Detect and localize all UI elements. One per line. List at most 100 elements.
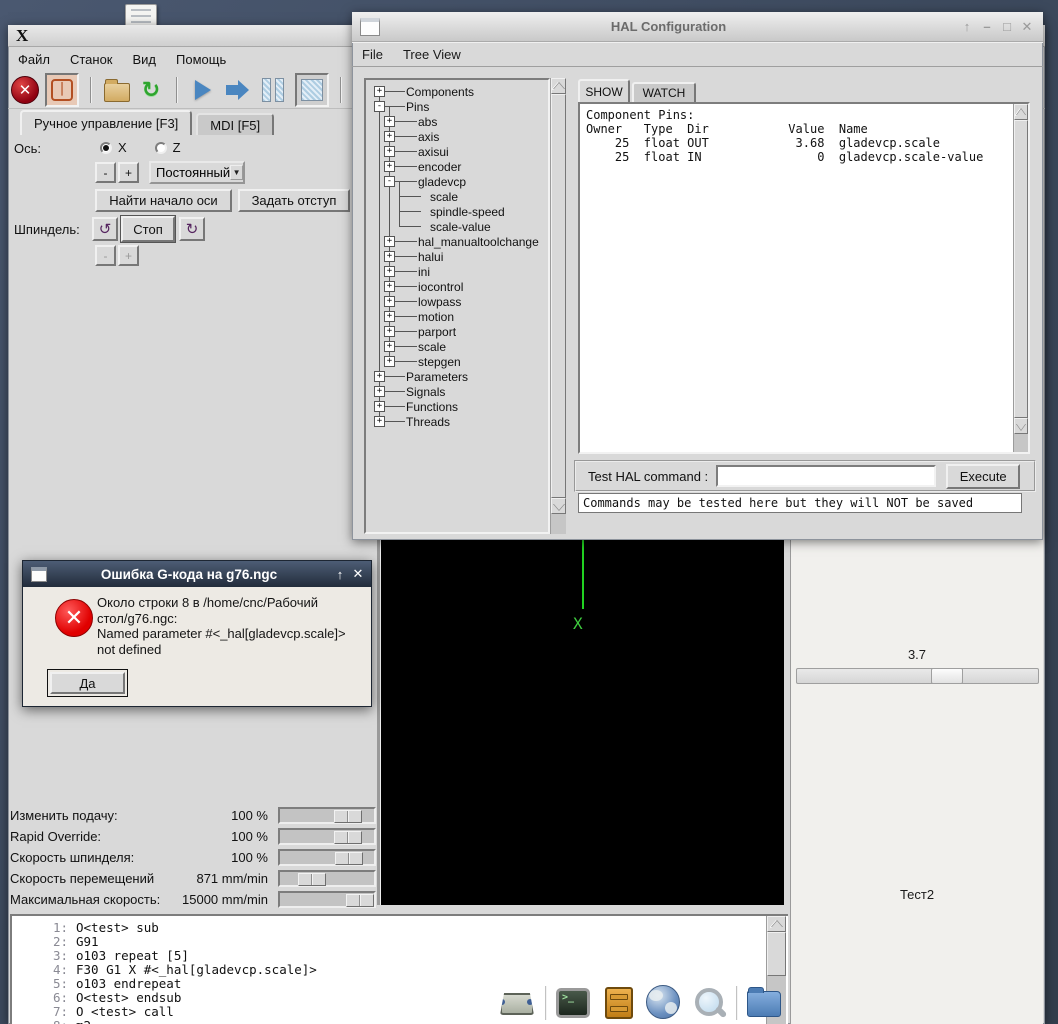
reload-button[interactable]: ↻ <box>137 76 165 104</box>
tree-item-label[interactable]: Functions <box>406 400 458 414</box>
tree-item-label[interactable]: scale <box>430 190 458 204</box>
tree-item-scale[interactable]: + scale <box>366 339 548 354</box>
shade-button[interactable]: ↑ <box>957 19 977 34</box>
dock-file-cabinet-icon[interactable] <box>601 985 637 1021</box>
tree-expander-icon[interactable]: + <box>384 356 395 367</box>
tree-expander-icon[interactable]: + <box>384 116 395 127</box>
scroll-up-icon[interactable] <box>551 78 566 94</box>
tree-expander-icon[interactable]: + <box>374 371 385 382</box>
tree-expander-icon[interactable]: + <box>374 416 385 427</box>
spindle-cw-button[interactable]: ↻ <box>179 217 205 241</box>
tree-expander-icon[interactable]: + <box>374 86 385 97</box>
tree-item-label[interactable]: abs <box>418 115 437 129</box>
close-button[interactable]: ✕ <box>1017 19 1037 35</box>
scroll-down-icon[interactable] <box>1014 418 1028 434</box>
tree-item-label[interactable]: lowpass <box>418 295 461 309</box>
tree-item-Parameters[interactable]: + Parameters <box>366 369 548 384</box>
tab-show[interactable]: SHOW <box>578 79 630 102</box>
tree-expander-icon[interactable]: + <box>374 401 385 412</box>
tree-item-Signals[interactable]: + Signals <box>366 384 548 399</box>
dock-folder-icon[interactable] <box>747 985 783 1021</box>
home-axis-button[interactable]: Найти начало оси <box>95 189 232 212</box>
gcode-scrollbar-thumb[interactable] <box>767 932 786 976</box>
tree-item-scale-value[interactable]: scale-value <box>366 219 548 234</box>
axis-menu-item-1[interactable]: Станок <box>60 49 123 70</box>
slider-thumb[interactable] <box>334 810 362 823</box>
tree-expander-icon[interactable]: + <box>384 236 395 247</box>
tree-expander-icon[interactable]: + <box>384 131 395 142</box>
tree-item-Pins[interactable]: - Pins <box>366 99 548 114</box>
jog-mode-select[interactable]: Постоянный ▼ <box>149 161 245 184</box>
scale-slider[interactable] <box>796 668 1039 684</box>
tree-scrollbar-thumb[interactable] <box>551 94 566 498</box>
tree-item-abs[interactable]: + abs <box>366 114 548 129</box>
stop-button[interactable] <box>295 72 329 107</box>
tree-item-label[interactable]: Parameters <box>406 370 468 384</box>
tree-expander-icon[interactable]: + <box>384 296 395 307</box>
tree-expander-icon[interactable]: - <box>374 101 385 112</box>
tree-item-label[interactable]: Components <box>406 85 474 99</box>
tree-item-label[interactable]: ini <box>418 265 430 279</box>
tree-expander-icon[interactable]: - <box>384 176 395 187</box>
close-button[interactable]: ✕ <box>349 566 367 582</box>
dock-terminal-icon[interactable]: >_ <box>556 985 592 1021</box>
slider-thumb[interactable] <box>298 873 326 886</box>
tree-item-label[interactable]: axisui <box>418 145 449 159</box>
tree-item-label[interactable]: axis <box>418 130 439 144</box>
tree-item-Threads[interactable]: + Threads <box>366 414 548 429</box>
slider-thumb[interactable] <box>335 852 363 865</box>
show-scrollbar[interactable] <box>1013 104 1028 452</box>
slider-track[interactable] <box>278 870 376 887</box>
tree-item-label[interactable]: Pins <box>406 100 429 114</box>
step-button[interactable] <box>223 76 251 104</box>
slider-track[interactable] <box>278 891 376 908</box>
axis-menu-item-0[interactable]: Файл <box>8 49 60 70</box>
tree-item-label[interactable]: encoder <box>418 160 461 174</box>
tree-item-axis[interactable]: + axis <box>366 129 548 144</box>
tree-item-label[interactable]: Threads <box>406 415 450 429</box>
slider-track[interactable] <box>278 807 376 824</box>
scale-slider-thumb[interactable] <box>931 668 963 684</box>
tree-item-label[interactable]: parport <box>418 325 456 339</box>
tree-item-halui[interactable]: + halui <box>366 249 548 264</box>
slider-thumb[interactable] <box>346 894 374 907</box>
show-scrollbar-thumb[interactable] <box>1014 120 1028 418</box>
tree-expander-icon[interactable]: + <box>384 326 395 337</box>
tree-expander-icon[interactable]: + <box>384 146 395 157</box>
maximize-button[interactable]: □ <box>997 19 1017 34</box>
touch-off-button[interactable]: Задать отступ <box>238 189 350 212</box>
tree-expander-icon[interactable]: + <box>384 266 395 277</box>
spindle-slower-button[interactable]: - <box>95 245 116 266</box>
tree-item-motion[interactable]: + motion <box>366 309 548 324</box>
slider-track[interactable] <box>278 828 376 845</box>
axis-menu-item-3[interactable]: Помощь <box>166 49 236 70</box>
hal-menu-item-1[interactable]: Tree View <box>393 44 471 65</box>
tree-item-label[interactable]: scale <box>418 340 446 354</box>
tree-item-Components[interactable]: + Components <box>366 84 548 99</box>
tree-expander-icon[interactable]: + <box>384 311 395 322</box>
minimize-button[interactable]: – <box>977 19 997 34</box>
tree-expander-icon[interactable]: + <box>384 161 395 172</box>
tree-item-label[interactable]: Signals <box>406 385 445 399</box>
tab-mdi[interactable]: MDI [F5] <box>196 113 275 135</box>
spindle-ccw-button[interactable]: ↺ <box>92 217 118 241</box>
machine-power-button[interactable]: ⏐ <box>45 72 79 107</box>
dock-web-browser-icon[interactable] <box>646 985 682 1021</box>
axis-option-z[interactable]: Z <box>154 140 181 155</box>
tree-item-label[interactable]: hal_manualtoolchange <box>418 235 539 249</box>
shade-button[interactable]: ↑ <box>331 567 349 582</box>
slider-thumb[interactable] <box>334 831 362 844</box>
hal-menu-item-0[interactable]: File <box>352 44 393 65</box>
scroll-down-icon[interactable] <box>551 498 566 514</box>
spindle-stop-button[interactable]: Стоп <box>120 215 176 243</box>
tree-item-Functions[interactable]: + Functions <box>366 399 548 414</box>
execute-button[interactable]: Execute <box>946 463 1021 489</box>
tree-expander-icon[interactable]: + <box>374 386 385 397</box>
dock-search-icon[interactable] <box>691 985 728 1021</box>
tree-item-encoder[interactable]: + encoder <box>366 159 548 174</box>
tree-item-gladevcp[interactable]: - gladevcp <box>366 174 548 189</box>
jog-plus-button[interactable]: + <box>118 162 139 183</box>
tree-item-label[interactable]: spindle-speed <box>430 205 505 219</box>
tree-item-spindle-speed[interactable]: spindle-speed <box>366 204 548 219</box>
pause-button[interactable] <box>257 76 289 104</box>
